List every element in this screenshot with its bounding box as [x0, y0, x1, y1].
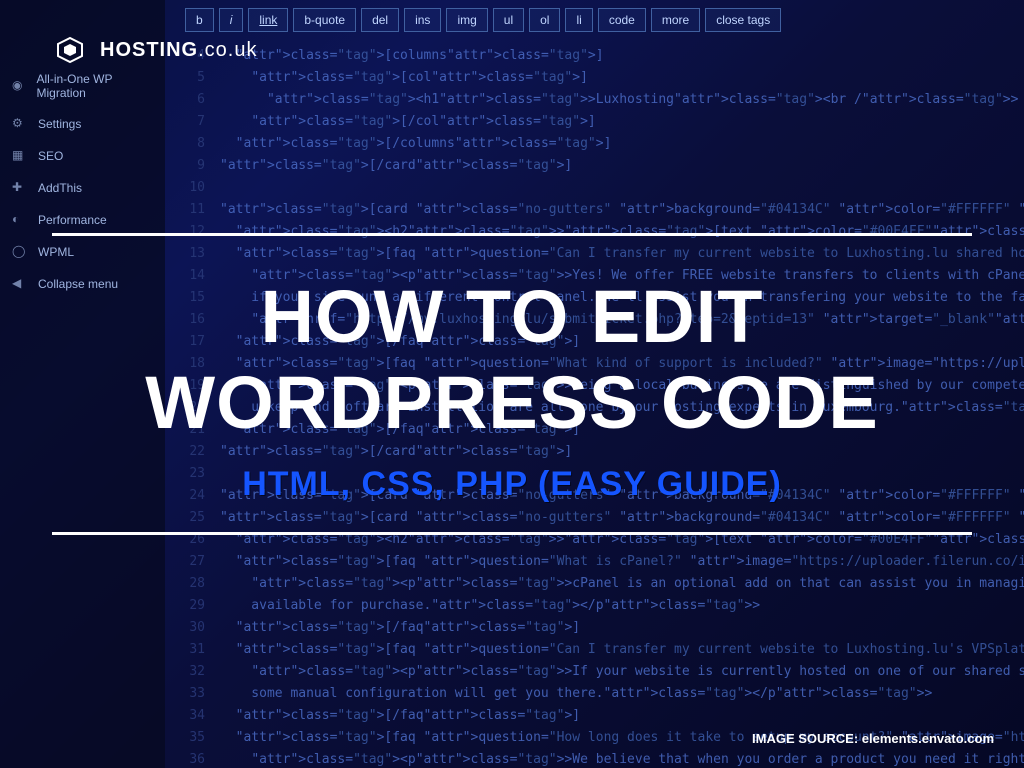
image-credit: IMAGE SOURCE: elements.envato.com — [752, 731, 994, 746]
logo-icon — [50, 30, 90, 70]
divider-bottom — [52, 532, 972, 535]
brand-logo: HOSTING.co.uk — [50, 30, 257, 70]
hero-title: HOW TO EDIT WORDPRESS CODE — [50, 274, 974, 444]
logo-text: HOSTING.co.uk — [100, 39, 257, 62]
hero-overlay: HOW TO EDIT WORDPRESS CODE HTML, CSS, PH… — [0, 0, 1024, 768]
hero-subtitle: HTML, CSS, PHP (EASY GUIDE) — [242, 465, 782, 504]
divider-top — [52, 233, 972, 236]
